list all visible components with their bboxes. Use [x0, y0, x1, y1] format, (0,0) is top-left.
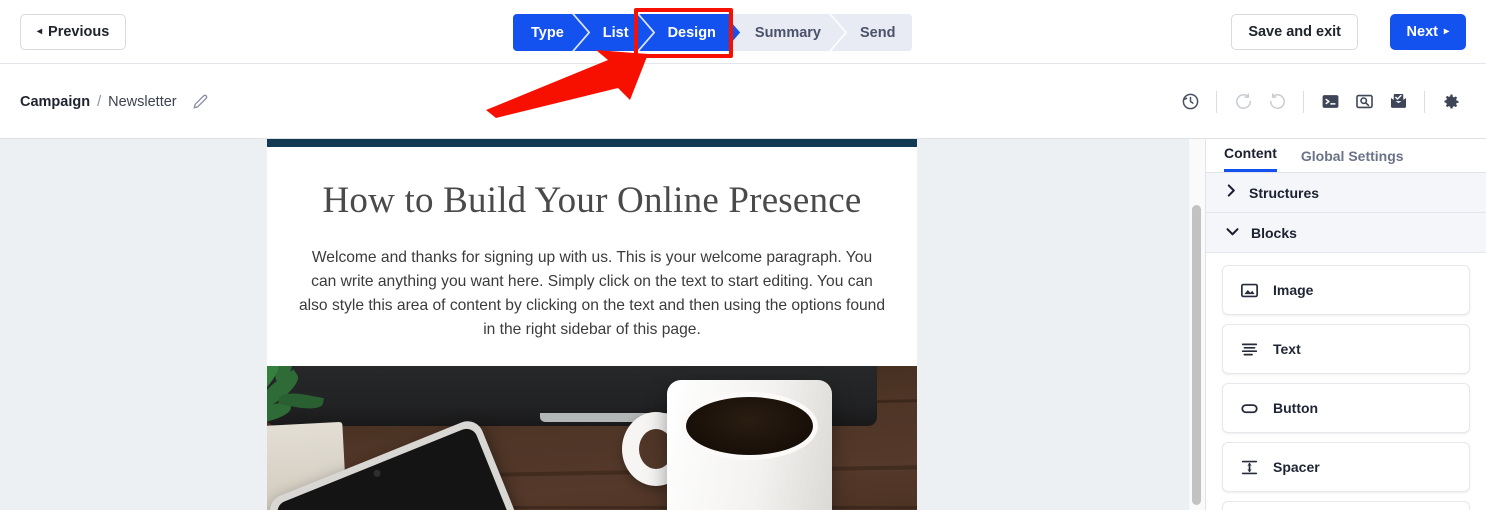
tab-global-settings[interactable]: Global Settings: [1301, 148, 1404, 172]
chevron-left-icon: ◂: [37, 26, 43, 37]
sidebar-section-blocks-label: Blocks: [1251, 224, 1297, 241]
step-type[interactable]: Type: [513, 14, 590, 51]
save-and-exit-button[interactable]: Save and exit: [1231, 14, 1358, 50]
next-button[interactable]: Next ▸: [1389, 14, 1466, 50]
next-button-label: Next: [1406, 24, 1438, 40]
email-header-bar: [267, 139, 917, 147]
toolbar-divider: [1424, 90, 1425, 113]
step-summary[interactable]: Summary: [733, 14, 847, 51]
step-list[interactable]: List: [580, 14, 655, 51]
block-item-text[interactable]: Text: [1222, 324, 1470, 374]
previous-button[interactable]: ◂ Previous: [20, 14, 127, 50]
step-summary-label: Summary: [754, 24, 821, 41]
chevron-down-icon: [1226, 224, 1239, 242]
blocks-list: Image Text Button Spacer: [1206, 253, 1486, 510]
right-sidebar: Content Global Settings Structures Block…: [1205, 139, 1486, 510]
breadcrumb-current: Newsletter: [108, 93, 177, 110]
step-send[interactable]: Send: [838, 14, 912, 51]
gear-icon[interactable]: [1434, 85, 1468, 119]
top-toolbar: ◂ Previous Type List Design Summary Send…: [0, 0, 1486, 64]
email-template[interactable]: How to Build Your Online Presence Welcom…: [267, 139, 917, 510]
block-item-image[interactable]: Image: [1222, 265, 1470, 315]
spacer-icon: [1241, 459, 1258, 476]
redo-icon[interactable]: [1260, 85, 1294, 119]
previous-button-label: Previous: [48, 24, 110, 40]
code-terminal-icon[interactable]: [1313, 85, 1347, 119]
block-item-text-label: Text: [1273, 341, 1301, 357]
email-canvas[interactable]: How to Build Your Online Presence Welcom…: [0, 139, 1205, 510]
block-item-image-label: Image: [1273, 282, 1314, 298]
canvas-scrollbar-thumb[interactable]: [1192, 205, 1201, 505]
campaign-subheader: Campaign / Newsletter: [0, 64, 1486, 139]
sidebar-section-blocks[interactable]: Blocks: [1206, 213, 1486, 253]
chevron-right-icon: [1226, 183, 1237, 202]
image-icon: [1241, 282, 1258, 299]
button-pill-icon: [1241, 400, 1258, 417]
campaign-design-editor: ◂ Previous Type List Design Summary Send…: [0, 0, 1486, 510]
sidebar-section-structures[interactable]: Structures: [1206, 173, 1486, 213]
step-design-label: Design: [667, 24, 716, 41]
step-wizard: Type List Design Summary Send: [513, 14, 913, 51]
sidebar-section-structures-label: Structures: [1249, 184, 1320, 201]
email-heading[interactable]: How to Build Your Online Presence: [267, 147, 917, 222]
undo-icon[interactable]: [1226, 85, 1260, 119]
text-lines-icon: [1241, 341, 1258, 358]
preview-search-icon[interactable]: [1347, 85, 1381, 119]
block-item-spacer[interactable]: Spacer: [1222, 442, 1470, 492]
breadcrumb-root[interactable]: Campaign: [20, 94, 90, 110]
toolbar-divider: [1303, 90, 1304, 113]
editor-tools: [1173, 64, 1468, 139]
toolbar-divider: [1216, 90, 1217, 113]
breadcrumb: Campaign / Newsletter: [20, 64, 208, 139]
chevron-right-icon: ▸: [1443, 26, 1449, 37]
pencil-icon[interactable]: [193, 94, 208, 109]
photo-coffee-surface: [681, 392, 818, 461]
test-email-icon[interactable]: [1381, 85, 1415, 119]
step-type-label: Type: [531, 24, 564, 41]
tab-content[interactable]: Content: [1224, 145, 1277, 172]
step-design[interactable]: Design: [645, 14, 740, 51]
history-revert-icon[interactable]: [1173, 85, 1207, 119]
step-send-label: Send: [860, 24, 896, 41]
email-image-block[interactable]: [267, 366, 917, 510]
step-list-label: List: [602, 24, 629, 41]
email-paragraph[interactable]: Welcome and thanks for signing up with u…: [267, 222, 917, 341]
sidebar-tabs: Content Global Settings: [1206, 139, 1486, 173]
breadcrumb-separator: /: [97, 93, 102, 110]
save-and-exit-label: Save and exit: [1248, 24, 1341, 40]
block-item-button-label: Button: [1273, 400, 1319, 416]
block-item-partial[interactable]: [1222, 501, 1470, 510]
block-item-button[interactable]: Button: [1222, 383, 1470, 433]
block-item-spacer-label: Spacer: [1273, 459, 1320, 475]
photo-coffee-mug: [667, 380, 832, 510]
